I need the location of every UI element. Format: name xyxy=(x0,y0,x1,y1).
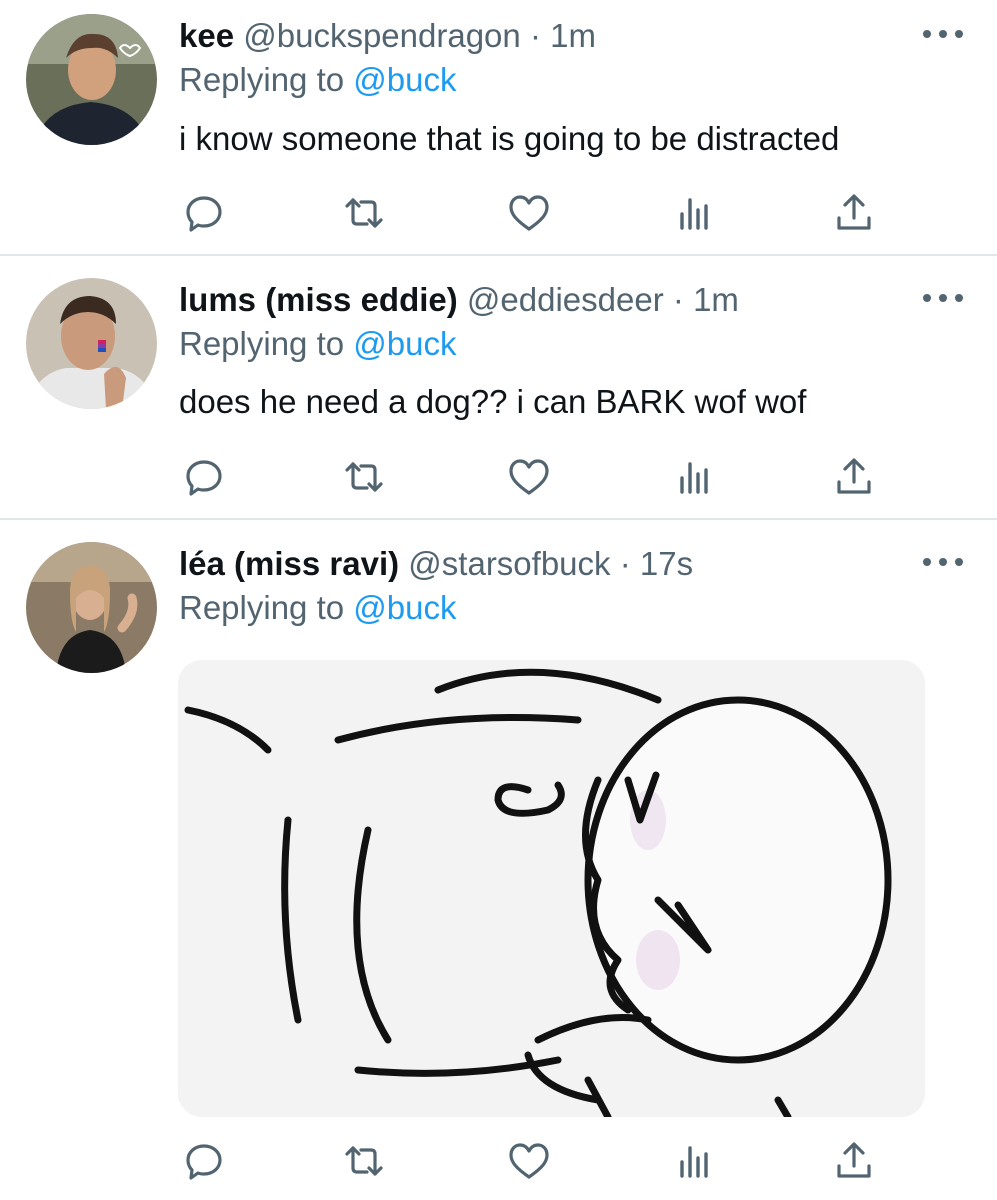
reply-mention-link[interactable]: @buck xyxy=(353,61,456,98)
reply-mention-link[interactable]: @buck xyxy=(353,325,456,362)
retweet-icon[interactable] xyxy=(339,452,389,502)
reply-mention-link[interactable]: @buck xyxy=(353,589,456,626)
timestamp[interactable]: 1m xyxy=(550,17,596,54)
reply-icon[interactable] xyxy=(179,452,229,502)
retweet-icon[interactable] xyxy=(339,188,389,238)
separator: · xyxy=(619,545,631,582)
analytics-icon[interactable] xyxy=(669,452,719,502)
action-bar xyxy=(179,1136,879,1186)
replying-prefix: Replying to xyxy=(179,325,345,362)
replying-prefix: Replying to xyxy=(179,589,345,626)
tweet-header: lums (miss eddie) @eddiesdeer · 1m xyxy=(179,280,739,320)
tweet-header: kee @buckspendragon · 1m xyxy=(179,16,596,56)
avatar[interactable] xyxy=(26,278,157,409)
reply-icon[interactable] xyxy=(179,188,229,238)
share-icon[interactable] xyxy=(829,452,879,502)
tweet-header: léa (miss ravi) @starsofbuck · 17s xyxy=(179,544,693,584)
more-icon[interactable] xyxy=(923,550,963,574)
analytics-icon[interactable] xyxy=(669,1136,719,1186)
like-icon[interactable] xyxy=(504,1136,554,1186)
replying-to: Replying to @buck xyxy=(179,60,457,100)
timestamp[interactable]: 17s xyxy=(640,545,693,582)
tweet-2[interactable]: lums (miss eddie) @eddiesdeer · 1m Reply… xyxy=(0,256,997,520)
display-name[interactable]: lums (miss eddie) xyxy=(179,281,458,318)
replying-to: Replying to @buck xyxy=(179,588,457,628)
action-bar xyxy=(179,188,879,238)
timestamp[interactable]: 1m xyxy=(693,281,739,318)
avatar[interactable] xyxy=(26,14,157,145)
tweet-text: i know someone that is going to be distr… xyxy=(179,120,840,157)
share-icon[interactable] xyxy=(829,1136,879,1186)
like-icon[interactable] xyxy=(504,188,554,238)
avatar[interactable] xyxy=(26,542,157,673)
analytics-icon[interactable] xyxy=(669,188,719,238)
tweet-media-image[interactable] xyxy=(178,660,925,1117)
replying-to: Replying to @buck xyxy=(179,324,457,364)
display-name[interactable]: léa (miss ravi) xyxy=(179,545,399,582)
more-icon[interactable] xyxy=(923,22,963,46)
tweet-1[interactable]: kee @buckspendragon · 1m Replying to @bu… xyxy=(0,0,997,256)
more-icon[interactable] xyxy=(923,286,963,310)
separator: · xyxy=(529,17,541,54)
like-icon[interactable] xyxy=(504,452,554,502)
tweet-text: does he need a dog?? i can BARK wof wof xyxy=(179,383,807,420)
user-handle[interactable]: @starsofbuck xyxy=(408,545,610,582)
reply-icon[interactable] xyxy=(179,1136,229,1186)
user-handle[interactable]: @eddiesdeer xyxy=(467,281,664,318)
separator: · xyxy=(672,281,684,318)
display-name[interactable]: kee xyxy=(179,17,234,54)
replying-prefix: Replying to xyxy=(179,61,345,98)
tweet-3[interactable]: léa (miss ravi) @starsofbuck · 17s Reply… xyxy=(0,520,997,1200)
retweet-icon[interactable] xyxy=(339,1136,389,1186)
share-icon[interactable] xyxy=(829,188,879,238)
action-bar xyxy=(179,452,879,502)
user-handle[interactable]: @buckspendragon xyxy=(243,17,521,54)
